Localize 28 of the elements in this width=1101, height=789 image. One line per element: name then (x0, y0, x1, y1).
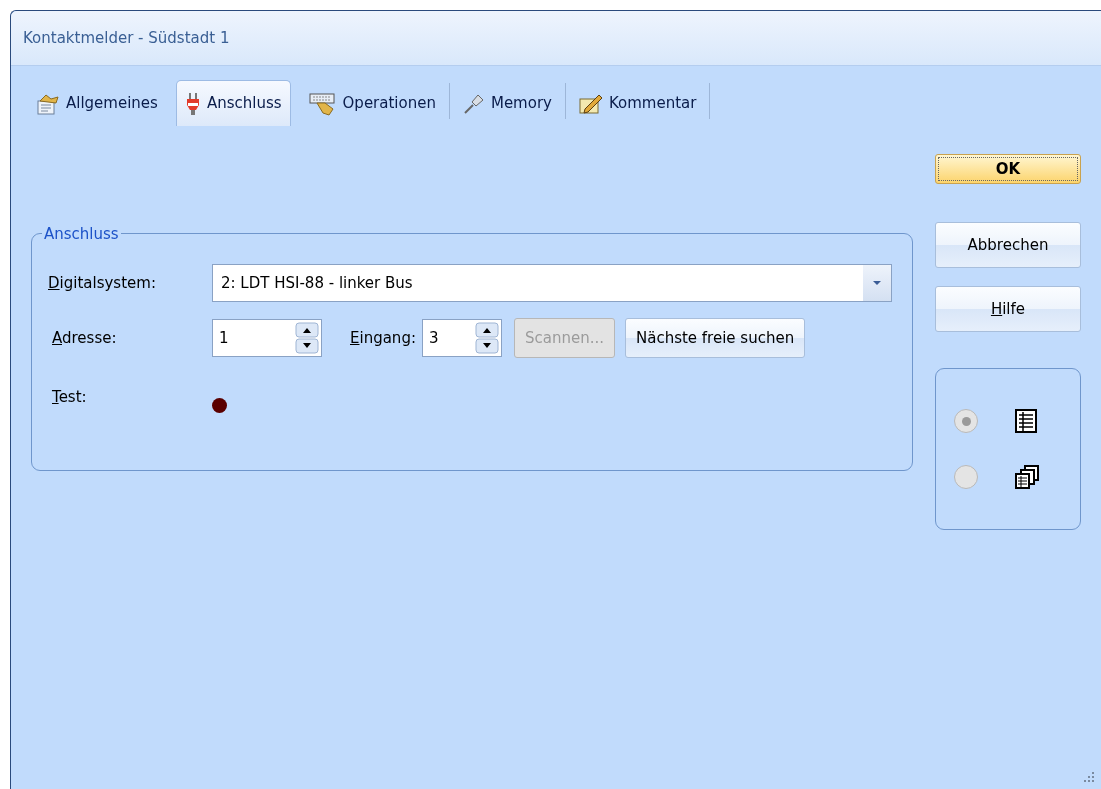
field-label: Adresse: (52, 327, 118, 349)
ok-button[interactable]: OK (935, 154, 1081, 184)
tab[interactable]: Kommentar (569, 80, 706, 126)
field-label: Eingang: (350, 327, 416, 349)
field-label: Test: (52, 387, 88, 409)
stacked-pages-icon (1014, 464, 1040, 490)
cancel-button[interactable]: Abbrechen (935, 222, 1081, 268)
tab[interactable]: Memory (453, 80, 561, 126)
pin-icon (462, 92, 485, 115)
pencil-icon (578, 92, 603, 115)
list-icon (1014, 408, 1038, 434)
digital-system-dropdown[interactable]: 2: LDT HSI-88 - linker Bus (212, 264, 892, 302)
help-button[interactable]: Hilfe (935, 286, 1081, 332)
field-label: Digitalsystem: (48, 272, 157, 294)
number-spinner[interactable]: 1 (212, 319, 322, 357)
find-next-free-button[interactable]: Nächste freie suchen (625, 318, 806, 358)
tab[interactable]: Operationen (299, 80, 445, 126)
plug-icon (184, 91, 201, 116)
spin-arrows-icon[interactable] (295, 322, 319, 354)
dropdown-arrow-icon (872, 280, 882, 286)
number-spinner[interactable]: 3 (421, 319, 502, 357)
document-icon (36, 92, 60, 115)
keyboard-icon (308, 91, 337, 116)
spin-arrows-icon[interactable] (474, 322, 499, 354)
resize-grip-icon[interactable] (1083, 771, 1095, 783)
tab[interactable]: Anschluss (175, 80, 291, 126)
window-title: Kontaktmelder - Südstadt 1 (23, 27, 230, 49)
tab[interactable]: Allgemeines (27, 80, 167, 126)
